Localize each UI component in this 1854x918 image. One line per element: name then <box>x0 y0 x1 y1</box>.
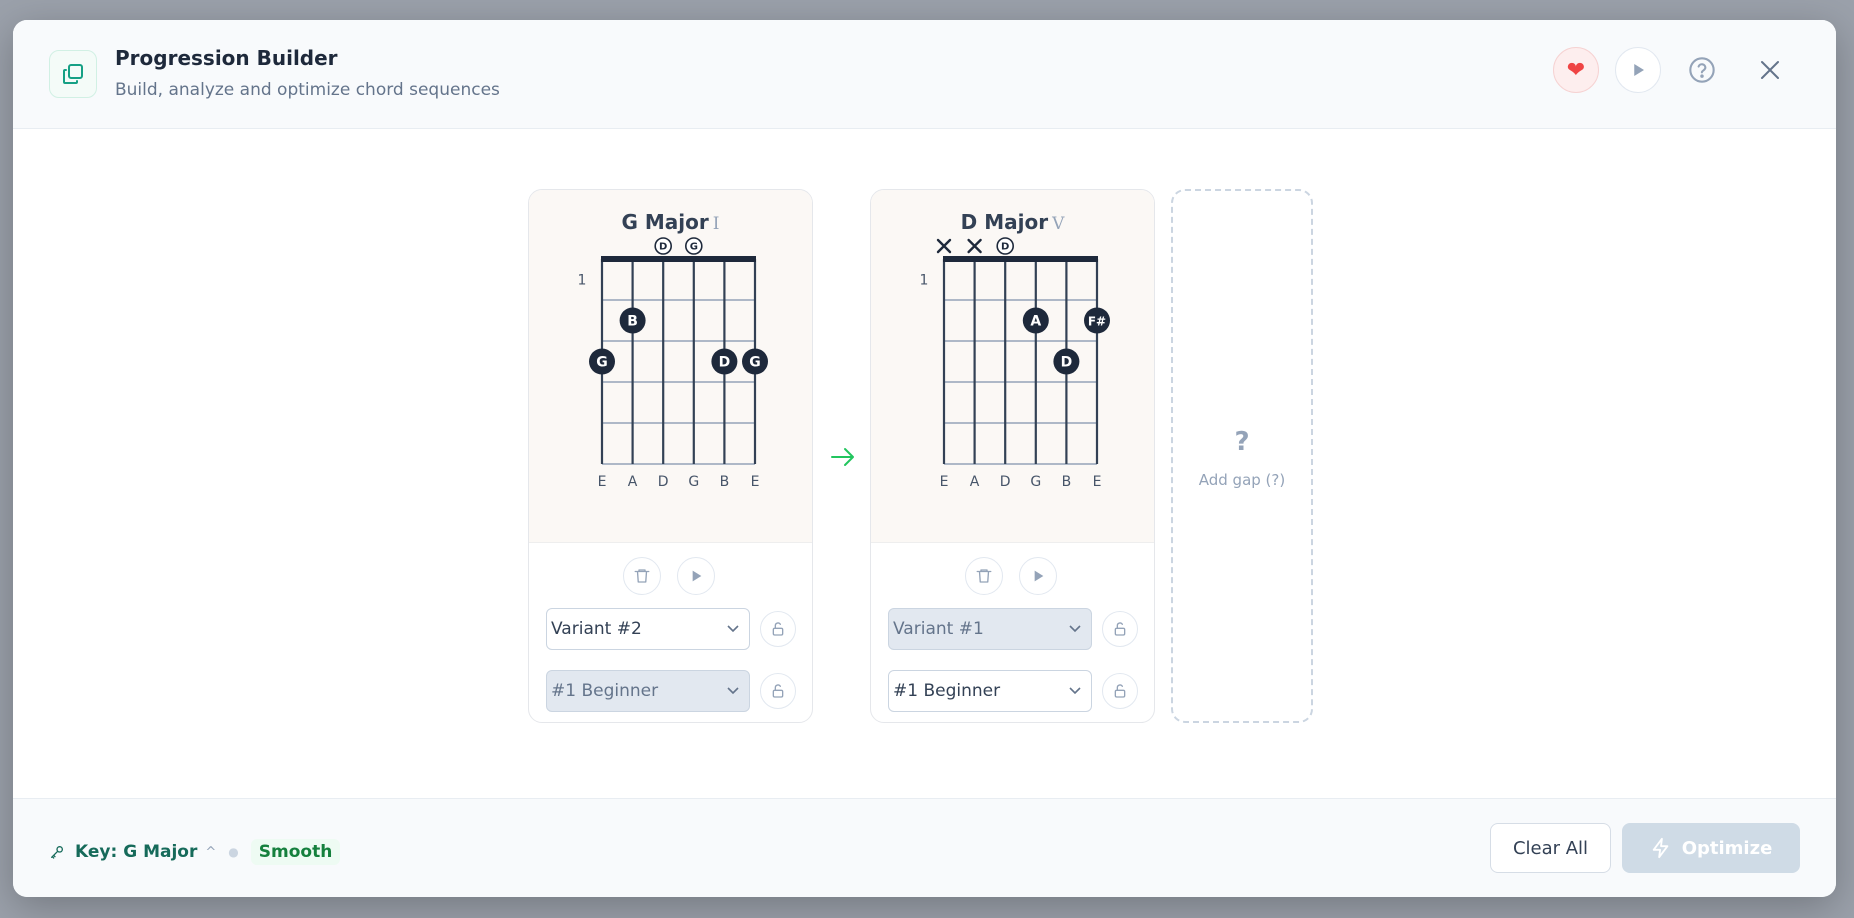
close-icon <box>1761 61 1779 79</box>
muted-string-icon <box>967 238 982 254</box>
delete-chord-button[interactable] <box>965 557 1003 595</box>
open-string-note: D <box>659 242 667 253</box>
clear-all-button[interactable]: Clear All <box>1490 823 1611 873</box>
help-icon <box>1689 57 1715 83</box>
finger-note: D <box>1061 355 1073 371</box>
play-icon <box>692 570 702 582</box>
chord-card: D Major V 1 D A F# D E A D G B E Variant #1 #1 Begi… <box>870 189 1155 723</box>
string-label: A <box>970 474 980 490</box>
favorite-button[interactable]: ❤ <box>1553 47 1599 93</box>
fret-number: 1 <box>920 273 929 289</box>
lightning-icon <box>1652 837 1669 859</box>
chord-diagram: 1 D A F# D E A D G B E <box>920 237 1110 490</box>
finger-dot: B <box>619 307 646 334</box>
string-label: G <box>1030 474 1041 490</box>
add-gap-symbol: ? <box>1234 427 1250 457</box>
page-subtitle: Build, analyze and optimize chord sequen… <box>115 80 500 100</box>
separator-dot: ● <box>228 845 239 859</box>
modal-header: Progression Builder Build, analyze and o… <box>13 20 1836 129</box>
unlock-icon <box>772 684 784 698</box>
open-string-note: D <box>1001 242 1009 253</box>
string-label: B <box>1062 474 1072 490</box>
add-gap-button[interactable]: ? Add gap (?) <box>1171 189 1313 723</box>
modal-footer: Key: G Major ^ ● Smooth Clear All Optimi… <box>13 798 1836 897</box>
difficulty-value: #1 Beginner <box>551 681 659 701</box>
finger-note: F# <box>1088 315 1106 329</box>
chord-card: G Major I 1DGGBDGEADGBE Variant #2 #1 Beg… <box>528 189 813 723</box>
play-icon <box>1034 570 1044 582</box>
play-icon <box>1634 64 1644 76</box>
help-button[interactable] <box>1679 47 1725 93</box>
finger-note: G <box>596 355 608 371</box>
variant-select[interactable]: Variant #1 <box>888 608 1092 650</box>
finger-dot: G <box>742 348 768 375</box>
difficulty-select[interactable]: #1 Beginner <box>888 670 1092 712</box>
unlock-icon <box>772 622 784 636</box>
play-progression-button[interactable] <box>1615 47 1661 93</box>
variant-select[interactable]: Variant #2 <box>546 608 750 650</box>
chevron-down-icon <box>1069 687 1081 695</box>
difficulty-select[interactable]: #1 Beginner <box>546 670 750 712</box>
finger-dot: D <box>1053 348 1080 375</box>
heart-icon: ❤ <box>1566 57 1586 83</box>
unlock-icon <box>1114 684 1126 698</box>
page-title: Progression Builder <box>115 46 338 70</box>
finger-dot: F# <box>1084 307 1110 334</box>
finger-dot: G <box>589 348 615 375</box>
string-label: B <box>720 474 730 490</box>
chevron-up-icon[interactable]: ^ <box>205 845 216 860</box>
open-string-note: G <box>690 242 698 253</box>
string-label: E <box>940 474 949 490</box>
finger-note: D <box>719 355 731 371</box>
string-label: E <box>1093 474 1102 490</box>
add-gap-label: Add gap (?) <box>1198 471 1286 489</box>
finger-note: A <box>1030 314 1041 330</box>
lock-difficulty-button[interactable] <box>760 673 796 709</box>
chord-diagram: 1 D G G B D G E A D G B E <box>578 237 768 490</box>
string-label: E <box>598 474 607 490</box>
trash-icon <box>976 569 992 583</box>
lock-variant-button[interactable] <box>760 611 796 647</box>
chevron-down-icon <box>1069 625 1081 633</box>
trash-icon <box>634 569 650 583</box>
optimize-label: Optimize <box>1681 837 1773 859</box>
finger-note: G <box>749 355 761 371</box>
finger-note: B <box>627 314 638 330</box>
key-icon <box>51 846 63 859</box>
delete-chord-button[interactable] <box>623 557 661 595</box>
chevron-down-icon <box>727 687 739 695</box>
key-selector[interactable]: Key: G Major <box>75 842 197 862</box>
variant-value: Variant #2 <box>551 619 642 639</box>
finger-dot: A <box>1022 307 1049 334</box>
smoothness-badge: Smooth <box>250 839 341 865</box>
string-label: D <box>1000 474 1011 490</box>
close-button[interactable] <box>1747 47 1793 93</box>
fret-number: 1 <box>578 273 587 289</box>
muted-string-icon <box>936 238 952 254</box>
finger-dot: D <box>711 348 738 375</box>
string-label: G <box>688 474 699 490</box>
optimize-button[interactable]: Optimize <box>1622 823 1800 873</box>
chevron-down-icon <box>727 625 739 633</box>
string-label: E <box>751 474 760 490</box>
progression-builder-modal: Progression Builder Build, analyze and o… <box>13 20 1836 897</box>
string-label: A <box>628 474 638 490</box>
string-label: D <box>658 474 669 490</box>
difficulty-value: #1 Beginner <box>893 681 1001 701</box>
play-chord-button[interactable] <box>1019 557 1057 595</box>
lock-difficulty-button[interactable] <box>1102 673 1138 709</box>
copy-icon <box>49 50 97 98</box>
lock-variant-button[interactable] <box>1102 611 1138 647</box>
variant-value: Variant #1 <box>893 619 984 639</box>
arrow-right-icon <box>831 448 854 466</box>
unlock-icon <box>1114 622 1126 636</box>
play-chord-button[interactable] <box>677 557 715 595</box>
